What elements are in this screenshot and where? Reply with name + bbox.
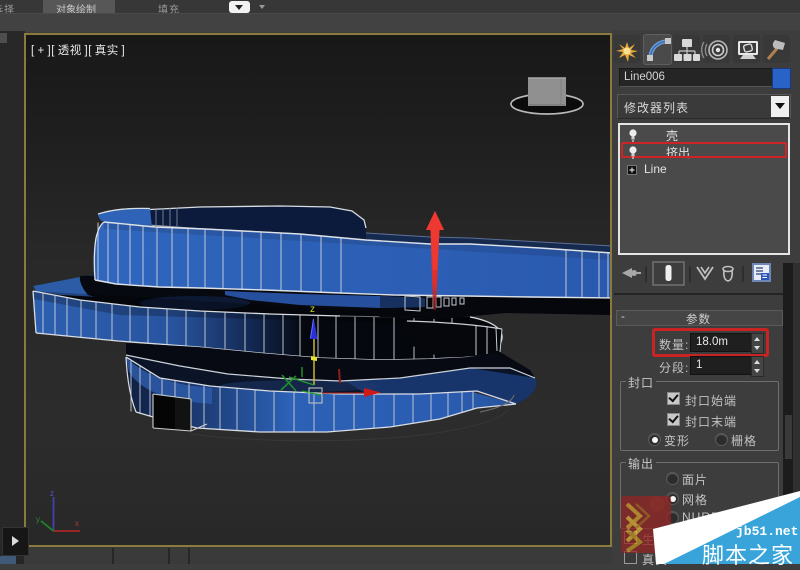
svg-text:x: x	[75, 519, 79, 528]
svg-text:z: z	[50, 489, 54, 498]
svg-text:z: z	[310, 304, 315, 315]
svg-text:y: y	[36, 515, 40, 524]
